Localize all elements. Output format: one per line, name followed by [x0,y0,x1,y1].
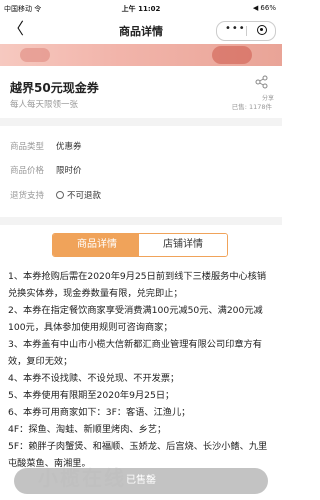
description-line: 5、本券使用有限期至2020年9月25日； [8,390,175,401]
description-line: 4F：探鱼、淘蛙、新顺里烤肉、乡艺； [8,424,167,435]
detail-tabs: 商品详情 店铺详情 [52,233,228,257]
info-row-price: 商品价格 限时价 [10,164,82,176]
tab-shop-detail[interactable]: 店铺详情 [139,234,227,256]
clock-label: 上午 11:02 [121,5,161,13]
info-row-refund: 退货支持 不可退款 [10,189,101,201]
close-miniapp-icon[interactable] [257,25,267,35]
miniapp-capsule: ••• [216,21,276,41]
nav-bar: 〈 商品详情 ••• [0,16,282,44]
banner-decor [20,48,50,62]
sold-out-button[interactable]: 已售罄 [14,468,268,494]
more-icon[interactable]: ••• [225,23,246,34]
product-subtitle: 每人每天限领一张 [10,100,79,110]
info-value: 限时价 [56,166,82,176]
section-divider [0,217,282,225]
tab-product-detail[interactable]: 商品详情 [53,234,141,256]
section-divider [0,118,282,126]
product-title: 越界50元现金券 [10,81,99,95]
battery-label: ◀ 66% [252,4,276,12]
info-row-type: 商品类型 优惠券 [10,140,82,152]
info-key: 退货支持 [10,191,45,201]
info-key: 商品价格 [10,166,45,176]
description-line: 6、本券可用商家如下：3F：客语、江渔儿； [8,407,191,418]
capsule-divider [246,26,247,36]
description-line: 4、本券不设找赎、不设兑现、不开发票； [8,373,180,384]
description-line: 2、本券在指定餐饮商家享受消费满100元减50元、满200元减100元，具体参加… [8,305,263,333]
share-icon[interactable] [252,74,272,94]
description-line: 3、本券盖有中山市小榄大信新都汇商业管理有限公司印章方有效，复印无效； [8,339,262,367]
sold-count: 已售: 1178件 [231,103,272,111]
radio-icon [56,191,64,199]
product-banner-image [0,44,282,66]
banner-decor [212,46,252,64]
description-line: 1、本券抢购后需在2020年9月25日前到线下三楼服务中心核销兑换实体券，现金券… [8,271,267,299]
status-bar: 中国移动 令 上午 11:02 ◀ 66% [0,0,282,16]
info-value: 不可退款 [67,191,102,201]
info-value: 优惠券 [56,142,82,152]
info-key: 商品类型 [10,142,45,152]
product-description: 1、本券抢购后需在2020年9月25日前到线下三楼服务中心核销兑换实体券，现金券… [8,268,274,472]
